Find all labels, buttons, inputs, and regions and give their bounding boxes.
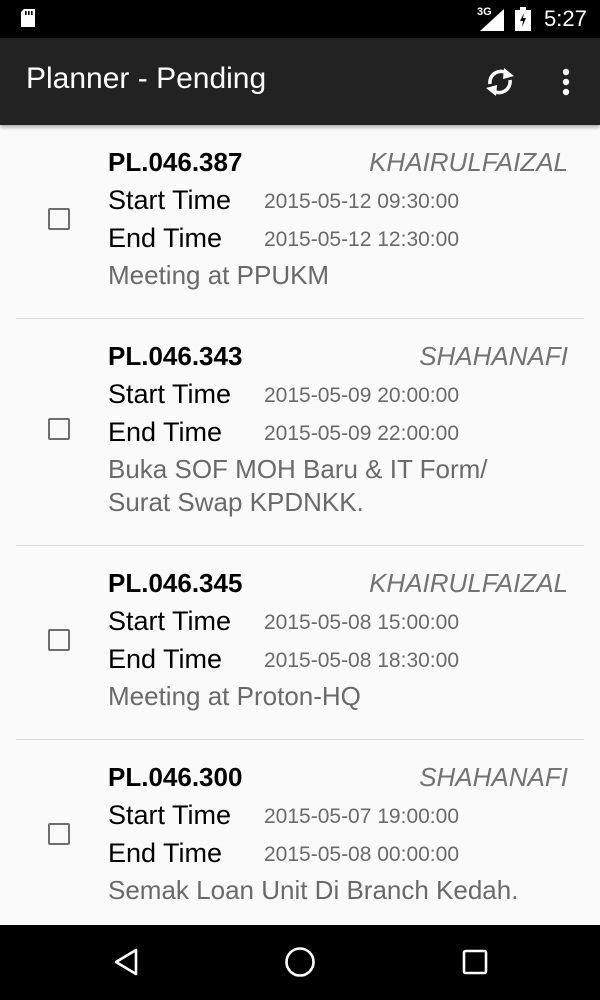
start-time-label: Start Time xyxy=(108,800,232,830)
refresh-button[interactable] xyxy=(476,58,524,106)
item-checkbox[interactable] xyxy=(48,823,70,845)
signal-icon xyxy=(480,9,504,31)
start-time-value: 2015-05-07 19:00:00 xyxy=(264,805,459,828)
end-time-label: End Time xyxy=(108,417,223,447)
item-code: PL.046.343 xyxy=(108,341,243,371)
item-user: SHAHANAFI xyxy=(419,341,568,371)
sd-card-icon xyxy=(21,9,35,27)
start-time-value: 2015-05-09 20:00:00 xyxy=(264,384,459,407)
end-time-label: End Time xyxy=(108,838,223,868)
end-time-value: 2015-05-08 18:30:00 xyxy=(264,649,459,672)
item-description: Buka SOF MOH Baru & IT Form/ Surat Swap … xyxy=(108,454,488,517)
status-clock: 5:27 xyxy=(544,6,587,31)
page-title: Planner - Pending xyxy=(26,62,267,95)
end-time-value: 2015-05-08 00:00:00 xyxy=(264,843,459,866)
start-time-value: 2015-05-12 09:30:00 xyxy=(264,190,459,213)
home-button[interactable] xyxy=(270,937,330,987)
item-code: PL.046.300 xyxy=(108,762,243,792)
item-description: Meeting at PPUKM xyxy=(108,260,330,290)
list-item[interactable]: PL.046.345 KHAIRULFAIZAL Start Time 2015… xyxy=(0,546,600,739)
item-description: Meeting at Proton-HQ xyxy=(108,681,361,711)
item-checkbox[interactable] xyxy=(48,418,70,440)
item-user: KHAIRULFAIZAL xyxy=(369,568,568,598)
list-item[interactable]: PL.046.387 KHAIRULFAIZAL Start Time 2015… xyxy=(0,125,600,318)
back-icon xyxy=(114,948,138,976)
refresh-icon xyxy=(486,68,514,96)
overflow-menu-button[interactable] xyxy=(548,58,584,106)
navigation-bar xyxy=(0,925,600,1000)
end-time-value: 2015-05-09 22:00:00 xyxy=(264,422,459,445)
item-code: PL.046.387 xyxy=(108,147,243,177)
battery-icon xyxy=(515,7,531,31)
list-item[interactable]: PL.046.343 SHAHANAFI Start Time 2015-05-… xyxy=(0,319,600,545)
planner-list: PL.046.387 KHAIRULFAIZAL Start Time 2015… xyxy=(0,125,600,925)
status-bar: 3G 5:27 xyxy=(0,0,600,38)
item-checkbox[interactable] xyxy=(48,208,70,230)
item-description: Semak Loan Unit Di Branch Kedah. xyxy=(108,875,519,905)
start-time-label: Start Time xyxy=(108,606,232,636)
start-time-label: Start Time xyxy=(108,379,232,409)
overflow-menu-icon xyxy=(562,68,570,96)
start-time-label: Start Time xyxy=(108,185,232,215)
item-user: KHAIRULFAIZAL xyxy=(369,147,568,177)
recents-icon xyxy=(462,949,488,975)
list-item[interactable]: PL.046.300 SHAHANAFI Start Time 2015-05-… xyxy=(0,740,600,925)
end-time-value: 2015-05-12 12:30:00 xyxy=(264,228,459,251)
end-time-label: End Time xyxy=(108,644,223,674)
recents-button[interactable] xyxy=(445,937,505,987)
app-bar: Planner - Pending xyxy=(0,38,600,125)
start-time-value: 2015-05-08 15:00:00 xyxy=(264,611,459,634)
item-checkbox[interactable] xyxy=(48,629,70,651)
item-user: SHAHANAFI xyxy=(419,762,568,792)
home-icon xyxy=(285,947,315,977)
end-time-label: End Time xyxy=(108,223,223,253)
item-code: PL.046.345 xyxy=(108,568,243,598)
back-button[interactable] xyxy=(96,937,156,987)
